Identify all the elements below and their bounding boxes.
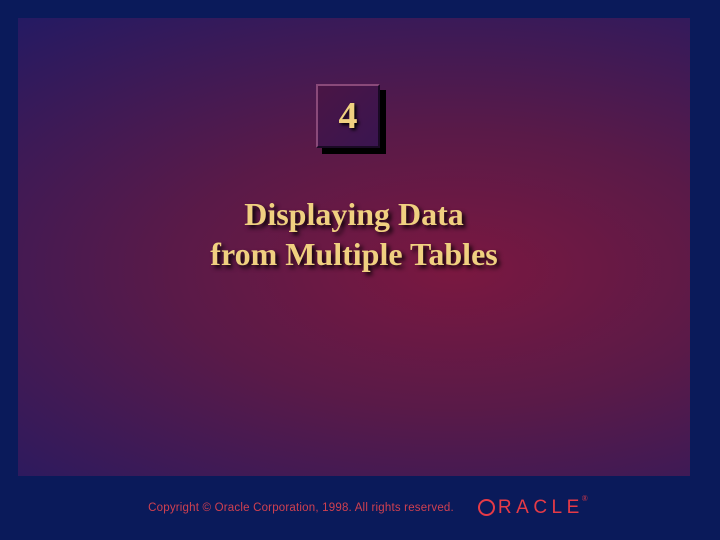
copyright-text: Copyright © Oracle Corporation, 1998. Al…: [148, 502, 454, 514]
title-line-1: Displaying Data: [244, 196, 464, 232]
chapter-box-shadow: 4: [322, 90, 386, 154]
footer: Copyright © Oracle Corporation, 1998. Al…: [18, 476, 720, 540]
oracle-logo: RACLE ®: [478, 497, 590, 519]
slide-body: 4 Displaying Data from Multiple Tables: [18, 18, 690, 476]
chapter-number: 4: [339, 94, 358, 138]
oracle-o-icon: [478, 499, 495, 516]
slide-frame: 4 Displaying Data from Multiple Tables C…: [0, 0, 720, 540]
registered-mark: ®: [582, 494, 588, 503]
oracle-logo-text: RACLE: [478, 497, 584, 519]
slide-title: Displaying Data from Multiple Tables: [18, 194, 690, 274]
title-line-2: from Multiple Tables: [210, 236, 497, 272]
chapter-box: 4: [316, 84, 380, 148]
